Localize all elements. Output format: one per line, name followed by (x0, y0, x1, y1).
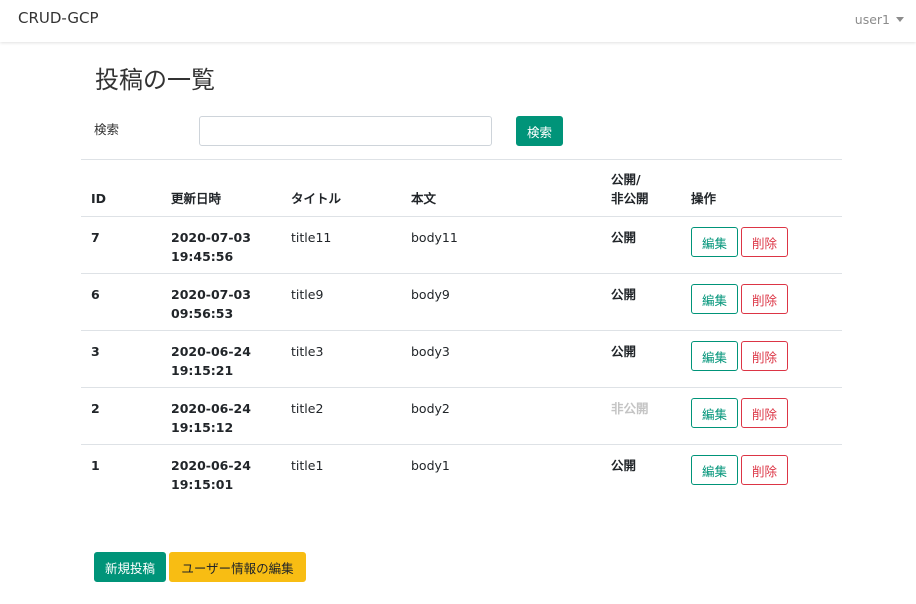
cell-time: 19:15:12 (171, 420, 234, 435)
cell-body: body11 (411, 230, 458, 245)
table-top-border (81, 159, 842, 160)
cell-status: 公開 (611, 458, 637, 473)
row-divider (81, 273, 842, 274)
search-button[interactable]: 検索 (516, 116, 563, 146)
edit-button[interactable]: 編集 (691, 398, 738, 428)
user-name: user1 (854, 12, 890, 27)
table-header-border (81, 216, 842, 217)
cell-time: 09:56:53 (171, 306, 234, 321)
delete-button[interactable]: 削除 (741, 227, 788, 257)
delete-button[interactable]: 削除 (741, 398, 788, 428)
cell-body: body1 (411, 458, 450, 473)
cell-body: body2 (411, 401, 450, 416)
cell-status: 公開 (611, 230, 637, 245)
cell-status-private: 非公開 (611, 401, 649, 416)
cell-id: 3 (91, 344, 100, 359)
delete-button[interactable]: 削除 (741, 284, 788, 314)
navbar: CRUD-GCP user1 (0, 0, 916, 42)
cell-status: 公開 (611, 287, 637, 302)
cell-title: title1 (291, 458, 324, 473)
cell-date: 2020-07-03 (171, 287, 251, 302)
header-updated: 更新日時 (171, 191, 222, 206)
edit-button[interactable]: 編集 (691, 284, 738, 314)
row-divider (81, 330, 842, 331)
cell-id: 1 (91, 458, 100, 473)
cell-title: title3 (291, 344, 324, 359)
user-menu-dropdown[interactable]: user1 (855, 12, 904, 27)
cell-title: title9 (291, 287, 324, 302)
caret-down-icon (896, 17, 904, 22)
header-public-line2: 非公開 (611, 191, 649, 206)
delete-button[interactable]: 削除 (741, 341, 788, 371)
search-label: 検索 (94, 122, 120, 137)
edit-button[interactable]: 編集 (691, 455, 738, 485)
cell-time: 19:15:21 (171, 363, 234, 378)
cell-status: 公開 (611, 344, 637, 359)
cell-time: 19:45:56 (171, 249, 234, 264)
cell-date: 2020-06-24 (171, 458, 251, 473)
row-divider (81, 444, 842, 445)
cell-time: 19:15:01 (171, 477, 234, 492)
cell-date: 2020-06-24 (171, 401, 251, 416)
cell-body: body9 (411, 287, 450, 302)
cell-title: title2 (291, 401, 324, 416)
edit-button[interactable]: 編集 (691, 341, 738, 371)
cell-title: title11 (291, 230, 332, 245)
cell-id: 7 (91, 230, 100, 245)
cell-date: 2020-06-24 (171, 344, 251, 359)
cell-id: 2 (91, 401, 100, 416)
cell-body: body3 (411, 344, 450, 359)
header-body: 本文 (411, 191, 437, 206)
header-title: タイトル (291, 191, 342, 206)
cell-id: 6 (91, 287, 100, 302)
delete-button[interactable]: 削除 (741, 455, 788, 485)
header-public-line1: 公開/ (611, 172, 641, 187)
brand-link[interactable]: CRUD-GCP (18, 9, 99, 27)
header-id: ID (91, 191, 107, 206)
row-divider (81, 387, 842, 388)
edit-user-info-button[interactable]: ユーザー情報の編集 (169, 552, 306, 582)
page-title: 投稿の一覧 (95, 66, 215, 94)
cell-date: 2020-07-03 (171, 230, 251, 245)
search-input[interactable] (199, 116, 492, 146)
edit-button[interactable]: 編集 (691, 227, 738, 257)
header-actions: 操作 (691, 191, 717, 206)
new-post-button[interactable]: 新規投稿 (94, 552, 166, 582)
